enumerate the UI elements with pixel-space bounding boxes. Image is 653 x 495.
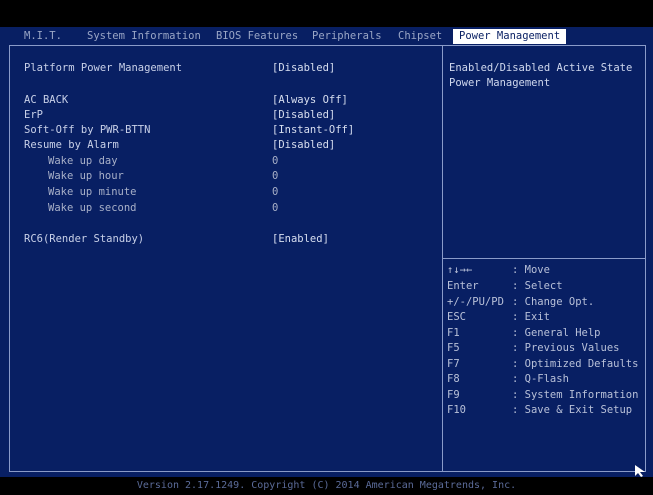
help-text: Enabled/Disabled Active State Power Mana… <box>449 62 633 89</box>
setting-value[interactable]: [Disabled] <box>272 62 335 75</box>
key-row-change-opt: +/-/PU/PD : Change Opt. <box>447 296 594 309</box>
tab-mit[interactable]: M.I.T. <box>24 29 62 44</box>
key-row-general-help: F1 : General Help <box>447 327 601 340</box>
tab-bios-features[interactable]: BIOS Features <box>216 29 298 44</box>
setting-label: Platform Power Management <box>24 62 183 74</box>
setting-label: Wake up minute <box>48 186 137 198</box>
setting-platform-power-management[interactable]: Platform Power Management [Disabled] <box>24 62 335 75</box>
setting-wake-up-hour: Wake up hour 0 <box>24 170 278 183</box>
tab-bar: M.I.T. System Information BIOS Features … <box>0 27 653 46</box>
setting-wake-up-day: Wake up day 0 <box>24 155 278 168</box>
tab-chipset[interactable]: Chipset <box>398 29 442 44</box>
setting-rc6-render-standby[interactable]: RC6(Render Standby) [Enabled] <box>24 233 329 246</box>
key-desc: : Previous Values <box>512 342 620 354</box>
key-row-select: Enter : Select <box>447 280 563 293</box>
key-name: +/-/PU/PD <box>447 296 504 308</box>
setting-wake-up-minute: Wake up minute 0 <box>24 186 278 199</box>
setting-label: ErP <box>24 109 43 121</box>
key-row-move: ↑↓→← : Move <box>447 264 550 277</box>
tab-peripherals[interactable]: Peripherals <box>312 29 382 44</box>
key-desc: : Exit <box>512 311 550 323</box>
setting-value[interactable]: [Disabled] <box>272 139 335 152</box>
setting-soft-off-by-pwr-bttn[interactable]: Soft-Off by PWR-BTTN [Instant-Off] <box>24 124 354 137</box>
key-desc: : Select <box>512 280 563 292</box>
setting-value[interactable]: [Enabled] <box>272 233 329 246</box>
key-name: F10 <box>447 404 466 416</box>
setting-label: Wake up hour <box>48 170 124 182</box>
setting-ac-back[interactable]: AC BACK [Always Off] <box>24 94 348 107</box>
top-bar <box>0 0 653 27</box>
setting-label: RC6(Render Standby) <box>24 233 145 245</box>
setting-value[interactable]: [Disabled] <box>272 109 335 122</box>
setting-label: AC BACK <box>24 94 69 106</box>
setting-resume-by-alarm[interactable]: Resume by Alarm [Disabled] <box>24 139 335 152</box>
setting-label: Soft-Off by PWR-BTTN <box>24 124 151 136</box>
key-desc: : Q-Flash <box>512 373 569 385</box>
setting-label: Wake up second <box>48 202 137 214</box>
setting-value: 0 <box>272 202 279 214</box>
setting-value: 0 <box>272 155 279 167</box>
tab-power-management[interactable]: Power Management <box>453 29 567 44</box>
key-name: F9 <box>447 389 460 401</box>
setting-wake-up-second: Wake up second 0 <box>24 202 278 215</box>
key-desc: : Change Opt. <box>512 296 595 308</box>
key-row-previous-values: F5 : Previous Values <box>447 342 619 355</box>
key-desc: : General Help <box>512 327 601 339</box>
key-desc: : System Information <box>512 389 639 401</box>
key-name: ESC <box>447 311 466 323</box>
setting-value[interactable]: [Instant-Off] <box>272 124 354 137</box>
key-row-system-information: F9 : System Information <box>447 389 638 402</box>
key-name: F8 <box>447 373 460 385</box>
setting-value[interactable]: [Always Off] <box>272 94 348 107</box>
setting-erp[interactable]: ErP [Disabled] <box>24 109 335 122</box>
key-desc: : Move <box>512 264 550 276</box>
tab-system-information[interactable]: System Information <box>87 29 201 44</box>
key-desc: : Save & Exit Setup <box>512 404 633 416</box>
panel-divider-horizontal <box>442 258 646 259</box>
setting-value: 0 <box>272 170 279 182</box>
key-desc: : Optimized Defaults <box>512 358 639 370</box>
footer-version: Version 2.17.1249. Copyright (C) 2014 Am… <box>0 477 653 495</box>
key-name: ↑↓→← <box>447 264 473 276</box>
key-name: F7 <box>447 358 460 370</box>
setting-label: Wake up day <box>48 155 118 167</box>
key-row-q-flash: F8 : Q-Flash <box>447 373 569 386</box>
setting-value: 0 <box>272 186 279 198</box>
key-name: Enter <box>447 280 479 292</box>
key-row-optimized-defaults: F7 : Optimized Defaults <box>447 358 638 371</box>
key-name: F5 <box>447 342 460 354</box>
setting-label: Resume by Alarm <box>24 139 119 151</box>
key-row-exit: ESC : Exit <box>447 311 550 324</box>
key-name: F1 <box>447 327 460 339</box>
key-row-save-exit: F10 : Save & Exit Setup <box>447 404 632 417</box>
mouse-cursor-icon <box>635 465 645 477</box>
